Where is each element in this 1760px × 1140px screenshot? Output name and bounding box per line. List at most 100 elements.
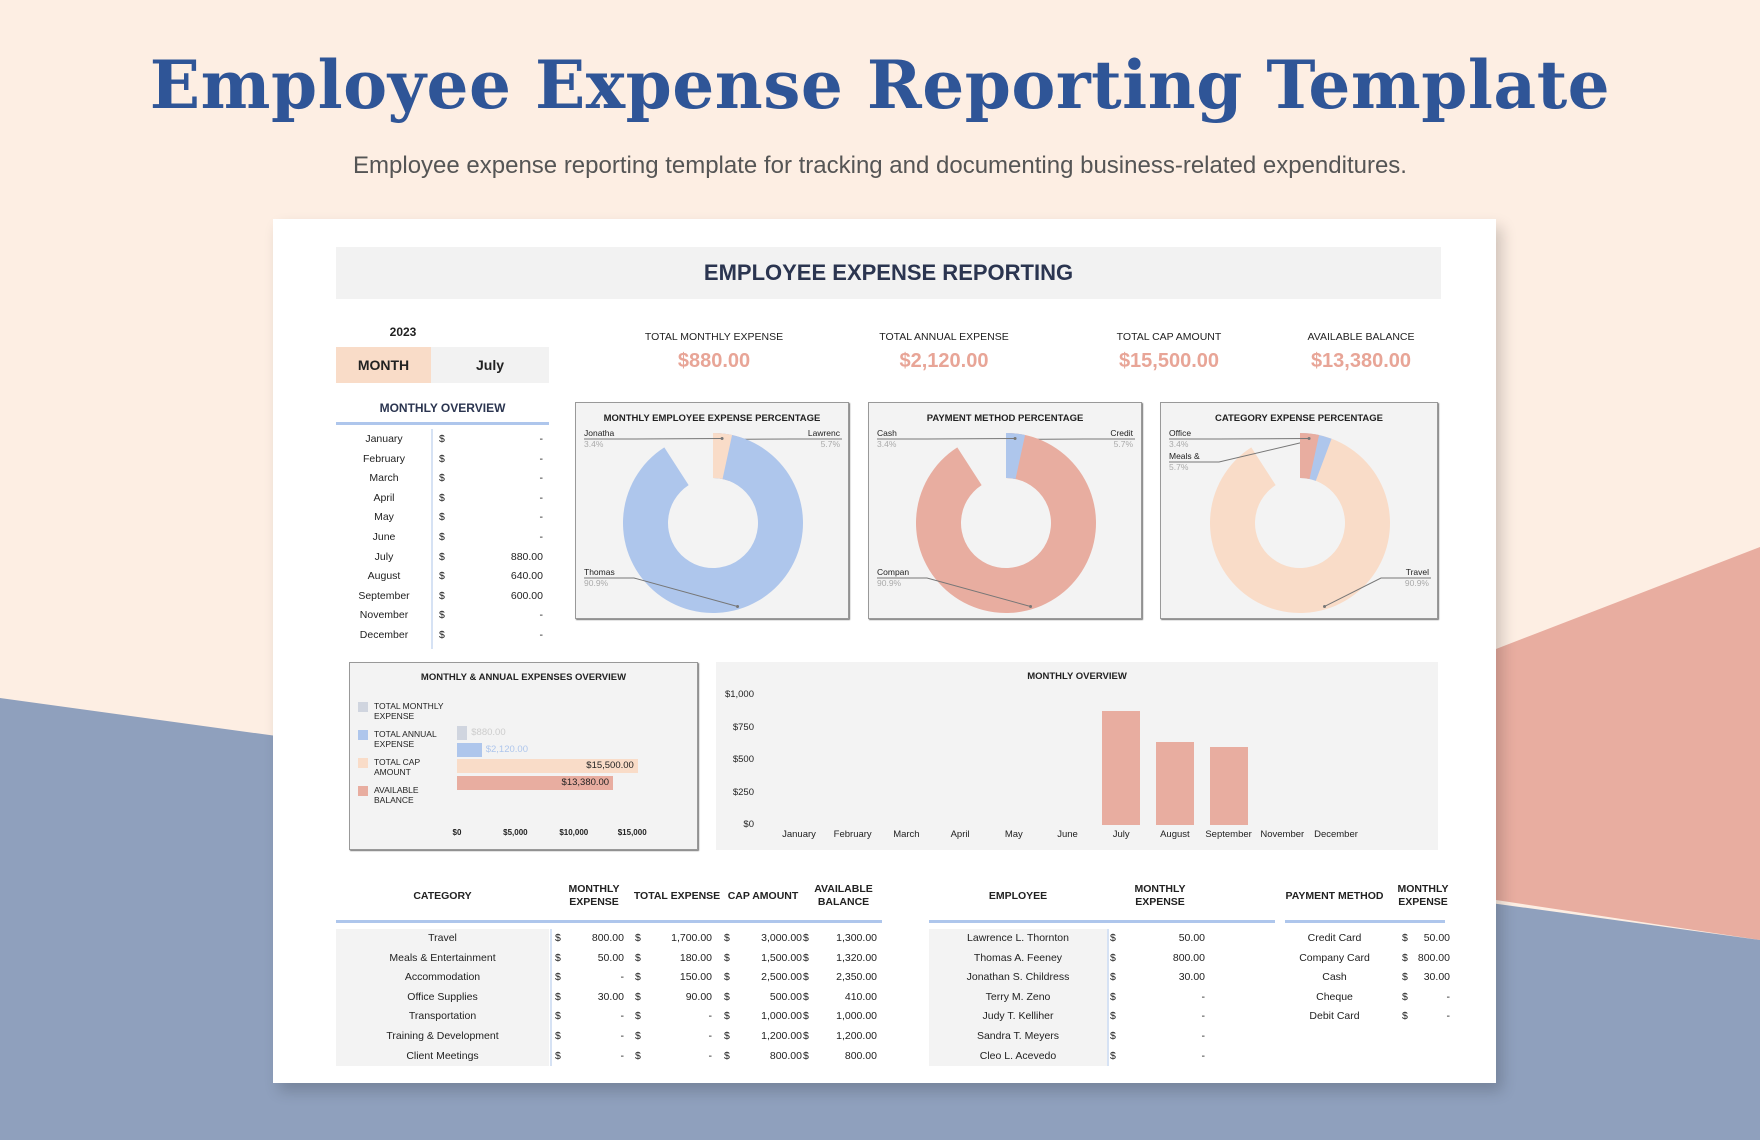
bar (457, 742, 482, 757)
table-cell: 1,700.00 (671, 932, 712, 944)
slice-label: Meals & 5.7% (1169, 451, 1200, 473)
kpi-label: AVAILABLE BALANCE (1307, 331, 1415, 343)
table-cell: 800.00 (1417, 951, 1450, 964)
month-name: July (374, 550, 394, 563)
monthly-overview-row: February $ - (336, 450, 549, 470)
month-amount: - (539, 433, 544, 445)
slice-label: Lawrenc 5.7% (808, 428, 840, 450)
slice-percent: 90.9% (584, 578, 609, 588)
currency-symbol: $ (439, 491, 445, 504)
table-cell: Accommodation (404, 971, 481, 984)
currency-symbol: $ (439, 511, 445, 524)
table-cell: 30.00 (597, 990, 624, 1003)
slice-percent: 5.7% (1113, 439, 1133, 449)
currency-symbol: $ (439, 550, 445, 563)
table-header: CAP AMOUNT (727, 889, 799, 902)
page-subtitle: Employee expense reporting template for … (353, 152, 1407, 179)
bar-label: $2,120.00 (485, 743, 528, 755)
table-cell: - (620, 1030, 625, 1042)
legend-label: TOTAL ANNUAL EXPENSE (374, 729, 437, 749)
monthly-overview-row: May $ - (336, 508, 549, 528)
table-cell: Meals & Entertainment (389, 951, 496, 964)
monthly-overview-row: June $ - (336, 528, 549, 548)
month-name: September (358, 589, 410, 602)
legend-item: TOTAL MONTHLY EXPENSE (358, 701, 458, 721)
table-cell: - (708, 1030, 713, 1042)
table-cell: - (708, 1010, 713, 1023)
table-cell: 3,000.00 (761, 932, 802, 944)
table-cell: - (620, 1010, 625, 1023)
table-cell: Company Card (1299, 951, 1370, 964)
table-cell: 50.00 (1423, 932, 1450, 944)
monthly-overview-title: MONTHLY OVERVIEW (379, 401, 506, 415)
table-header: MONTHLY EXPENSE (1397, 883, 1449, 908)
legend-label: AVAILABLE BALANCE (374, 785, 419, 805)
table-cell: Sandra T. Meyers (976, 1030, 1060, 1042)
table-cell: Client Meetings (406, 1049, 479, 1062)
table-cell: 500.00 (769, 990, 802, 1003)
currency-symbol: $ (439, 570, 445, 583)
x-tick-label: July (1112, 829, 1130, 840)
currency-symbol: $ (439, 629, 445, 641)
month-amount: - (539, 452, 544, 465)
slice-percent: 5.7% (820, 439, 840, 449)
table-cell: 800.00 (844, 1049, 877, 1062)
y-tick-label: $1,000 (724, 689, 754, 700)
month-amount: 600.00 (510, 589, 543, 602)
legend-item: AVAILABLE BALANCE (358, 785, 458, 805)
donut-chart: CATEGORY EXPENSE PERCENTAGE Travel 90.9% Me… (1160, 402, 1438, 619)
table-cell: - (1201, 990, 1206, 1003)
legend-swatch (358, 730, 368, 740)
currency-symbol: $ (439, 589, 445, 602)
month-amount: - (539, 531, 544, 543)
table-cell: 1,000.00 (836, 1010, 877, 1023)
year-label: 2023 (389, 325, 417, 339)
kpi-value: $13,380.00 (1310, 350, 1412, 372)
table-cell: Cheque (1316, 990, 1353, 1003)
legend-item: TOTAL CAP AMOUNT (358, 757, 458, 777)
table-cell: 1,200.00 (836, 1030, 877, 1042)
table-cell: - (1446, 990, 1451, 1003)
kpi-value: $2,120.00 (899, 350, 989, 372)
monthly-overview-row: July $880.00 (336, 548, 549, 568)
leader-dot (1307, 436, 1311, 440)
leader-dot (1029, 604, 1033, 608)
monthly-annual-overview-chart: MONTHLY & ANNUAL EXPENSES OVERVIEW TOTAL… (349, 662, 698, 850)
month-value[interactable]: July (431, 347, 549, 383)
monthly-overview-row: March $ - (336, 469, 549, 489)
monthly-overview-row: November $ - (336, 606, 549, 626)
monthly-overview-row: December $ - (336, 626, 549, 646)
monthly-overview-row: August $640.00 (336, 567, 549, 587)
currency-symbol: $ (439, 452, 445, 465)
x-tick-label: $0 (452, 828, 462, 837)
month-selector[interactable]: MONTH July (336, 347, 549, 383)
sheet-header: EMPLOYEE EXPENSE REPORTING (336, 247, 1441, 299)
table-cell: Judy T. Kelliher (982, 1010, 1054, 1023)
leader-dot (736, 604, 740, 608)
slice-label: Cash 3.4% (877, 428, 897, 450)
leader-dot (1013, 436, 1017, 440)
month-amount: 880.00 (510, 550, 543, 563)
month-amount: - (539, 609, 544, 622)
table-cell: - (1201, 1010, 1206, 1023)
donut-chart: MONTHLY EMPLOYEE EXPENSE PERCENTAGE Lawre… (575, 402, 849, 619)
x-tick-label: February (833, 829, 872, 840)
slice-percent: 3.4% (584, 439, 604, 449)
x-tick-label: September (1205, 829, 1252, 840)
slice-label: Office 3.4% (1169, 428, 1191, 450)
slice-name: Office (1169, 428, 1192, 438)
table-cell: Office Supplies (407, 990, 478, 1003)
table-cell: 1,320.00 (836, 951, 877, 964)
table-cell: Lawrence L. Thornton (967, 932, 1069, 944)
y-tick-label: $750 (732, 721, 754, 733)
table-cell: 800.00 (591, 932, 624, 944)
table-cell: - (620, 971, 625, 984)
month-name: March (369, 472, 399, 485)
table-cell: 180.00 (679, 951, 712, 964)
table-cell: - (1201, 1049, 1206, 1062)
monthly-overview-row: April $ - (336, 489, 549, 509)
table-cell: - (1201, 1030, 1206, 1042)
table-cell: 90.00 (685, 990, 712, 1003)
table-cell: 1,300.00 (836, 932, 877, 944)
table-cell: Debit Card (1309, 1010, 1360, 1023)
